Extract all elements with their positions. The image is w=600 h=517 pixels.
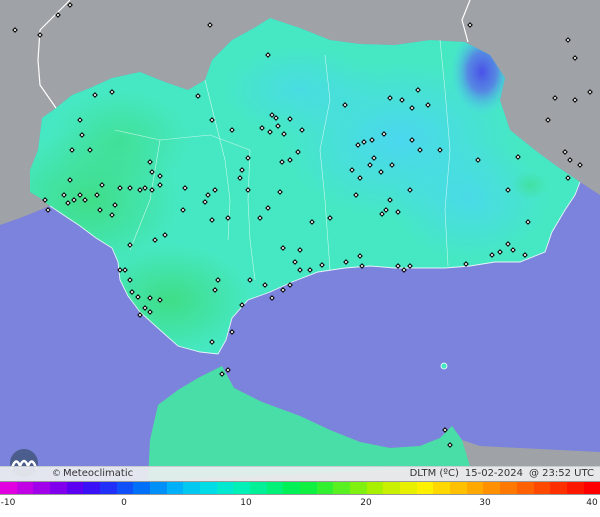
- color-scale-segment: [350, 482, 367, 494]
- color-scale-segment: [266, 482, 284, 494]
- color-scale-segment: [566, 482, 584, 494]
- copyright-symbol: ©: [52, 469, 61, 479]
- color-scale-segment: [283, 482, 301, 494]
- color-scale-segment: [466, 482, 484, 494]
- color-scale-segment: [233, 482, 251, 494]
- color-scale-segment: [366, 482, 384, 494]
- brand-name: Meteoclimatic: [63, 468, 134, 479]
- color-scale-tick: 40: [586, 498, 598, 508]
- color-scale-segment: [383, 482, 401, 494]
- brand: © Meteoclimatic: [52, 467, 133, 481]
- color-scale-segment: [450, 482, 467, 494]
- color-scale-segment: [333, 482, 351, 494]
- color-scale-segment: [150, 482, 167, 494]
- color-scale-segment: [483, 482, 501, 494]
- info-bar: © Meteoclimatic DLTM (ºC) 15-02-2024 @ 23:5…: [0, 466, 600, 481]
- color-scale-segment: [16, 482, 34, 494]
- color-scale-tick: -10: [0, 498, 16, 508]
- color-scale-segment: [216, 482, 234, 494]
- color-scale-segment: [300, 482, 317, 494]
- color-scale-segment: [183, 482, 201, 494]
- color-scale-segment: [100, 482, 117, 494]
- color-scale-segment: [533, 482, 551, 494]
- time-label: @ 23:52 UTC: [529, 468, 594, 479]
- color-scale-segment: [133, 482, 151, 494]
- color-scale-segment: [516, 482, 534, 494]
- color-scale-segment: [66, 482, 84, 494]
- color-scale-segment: [200, 482, 217, 494]
- color-scale-segment: [433, 482, 451, 494]
- color-scale: -10 0 10 20 30 40: [0, 481, 600, 517]
- date-label: 15-02-2024: [464, 468, 523, 479]
- color-scale-bar: [0, 481, 600, 495]
- color-scale-segment: [583, 482, 600, 494]
- color-scale-segment: [33, 482, 51, 494]
- temperature-map: [0, 0, 600, 481]
- color-scale-tick: 10: [240, 498, 252, 508]
- variable-label: DLTM (ºC): [409, 468, 459, 479]
- color-scale-segment: [400, 482, 417, 494]
- color-scale-segment: [250, 482, 267, 494]
- alboran-island: [440, 362, 448, 370]
- color-scale-segment: [83, 482, 101, 494]
- color-scale-segment: [166, 482, 184, 494]
- color-scale-segment: [0, 482, 17, 494]
- color-scale-segment: [500, 482, 517, 494]
- color-scale-tick: 20: [360, 498, 372, 508]
- color-scale-tick: 30: [479, 498, 491, 508]
- color-scale-segment: [50, 482, 67, 494]
- color-scale-tick: 0: [121, 498, 127, 508]
- color-scale-segment: [316, 482, 334, 494]
- color-scale-segment: [116, 482, 134, 494]
- color-scale-segment: [550, 482, 567, 494]
- color-scale-segment: [416, 482, 434, 494]
- timestamp: DLTM (ºC) 15-02-2024 @ 23:52 UTC: [404, 467, 594, 481]
